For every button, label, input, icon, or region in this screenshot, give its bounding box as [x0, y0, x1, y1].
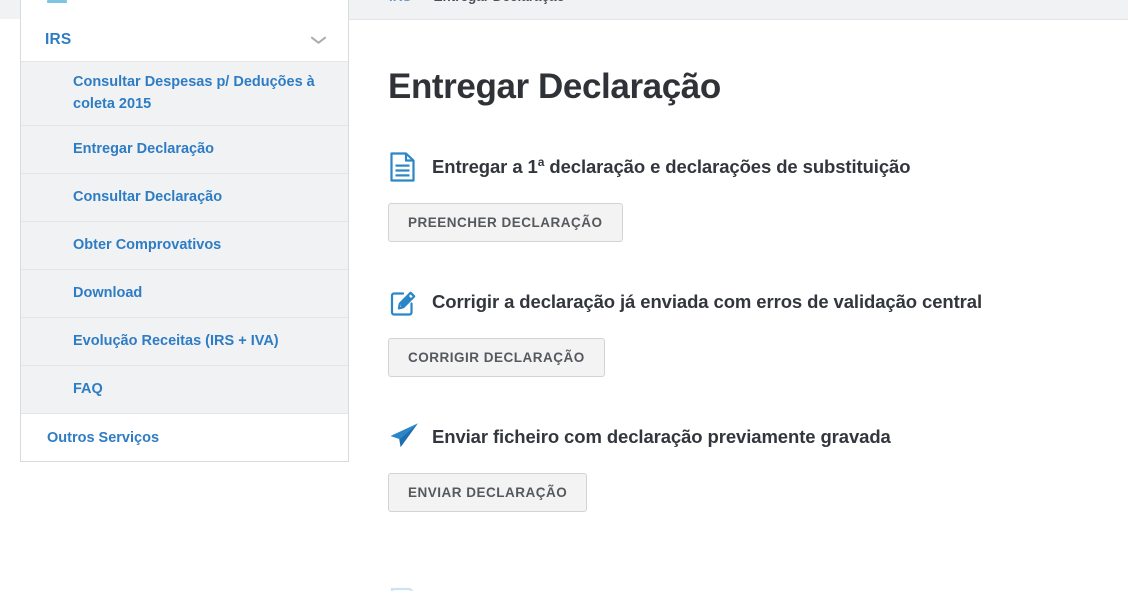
sidebar-item-outros-servicos[interactable]: Outros Serviços	[21, 414, 348, 461]
sidebar-item-consultar-despesas[interactable]: Consultar Despesas p/ Deduções à coleta …	[21, 62, 348, 126]
sidebar-item-label: Obter Comprovativos	[73, 236, 222, 253]
send-paper-plane-icon	[388, 421, 418, 453]
page-root: MENU IRS › Entregar Declaração IRS Consu…	[0, 0, 1128, 591]
page-title: Entregar Declaração	[388, 67, 721, 106]
sidebar: IRS Consultar Despesas p/ Deduções à col…	[20, 19, 349, 462]
sidebar-item-label: Download	[73, 284, 143, 301]
action-label: Entregar a 1a declaração e declarações d…	[432, 155, 911, 178]
chevron-down-icon[interactable]	[311, 36, 326, 45]
menu-header[interactable]: MENU	[20, 0, 349, 19]
breadcrumb-current: Entregar Declaração	[434, 0, 565, 4]
sidebar-item-faq[interactable]: FAQ	[21, 366, 348, 414]
action-header: Corrigir a declaração já enviada com err…	[388, 286, 1128, 318]
sidebar-item-entregar-declaracao[interactable]: Entregar Declaração	[21, 126, 348, 174]
action-label: Enviar ficheiro com declaração previamen…	[432, 426, 891, 447]
next-action-icon-peek	[389, 585, 429, 591]
sidebar-item-label: FAQ	[73, 380, 103, 397]
sidebar-submenu: Consultar Despesas p/ Deduções à coleta …	[21, 62, 348, 414]
sidebar-item-obter-comprovativos[interactable]: Obter Comprovativos	[21, 222, 348, 270]
breadcrumb: IRS › Entregar Declaração	[389, 0, 565, 4]
action-block-corrigir: Corrigir a declaração já enviada com err…	[388, 286, 1128, 377]
breadcrumb-separator-icon: ›	[421, 0, 425, 4]
sidebar-item-label: Entregar Declaração	[73, 140, 215, 157]
corrigir-declaracao-button[interactable]: CORRIGIR DECLARAÇÃO	[388, 338, 605, 377]
sidebar-item-label: Consultar Despesas p/ Deduções à coleta …	[73, 74, 315, 112]
menu-label: MENU	[78, 0, 125, 4]
document-icon	[388, 151, 418, 183]
action-header: Enviar ficheiro com declaração previamen…	[388, 421, 1128, 453]
sidebar-item-label: Evolução Receitas (IRS + IVA)	[73, 332, 279, 349]
action-label-suffix: declaração e declarações de substituição	[544, 156, 911, 178]
sidebar-item-consultar-declaracao[interactable]: Consultar Declaração	[21, 174, 348, 222]
breadcrumb-root[interactable]: IRS	[389, 0, 412, 4]
sidebar-item-evolucao-receitas[interactable]: Evolução Receitas (IRS + IVA)	[21, 318, 348, 366]
edit-pencil-icon	[388, 286, 418, 318]
action-block-enviar: Enviar ficheiro com declaração previamen…	[388, 421, 1128, 512]
sidebar-section-irs[interactable]: IRS	[21, 19, 348, 62]
sidebar-item-label: Consultar Declaração	[73, 188, 223, 205]
sidebar-item-download[interactable]: Download	[21, 270, 348, 318]
enviar-declaracao-button[interactable]: ENVIAR DECLARAÇÃO	[388, 473, 588, 512]
top-band-left	[0, 0, 20, 19]
action-label: Corrigir a declaração já enviada com err…	[432, 291, 982, 312]
action-block-preencher: Entregar a 1a declaração e declarações d…	[388, 151, 1128, 242]
hamburger-icon[interactable]	[47, 0, 67, 3]
action-label-prefix: Entregar a 1	[432, 156, 538, 178]
sidebar-section-label: IRS	[45, 31, 72, 48]
sidebar-item-label: Outros Serviços	[47, 429, 160, 446]
action-header: Entregar a 1a declaração e declarações d…	[388, 151, 1128, 183]
main-content: Entregar Declaração Entregar a 1a declar…	[388, 19, 1128, 512]
preencher-declaracao-button[interactable]: PREENCHER DECLARAÇÃO	[388, 203, 623, 242]
